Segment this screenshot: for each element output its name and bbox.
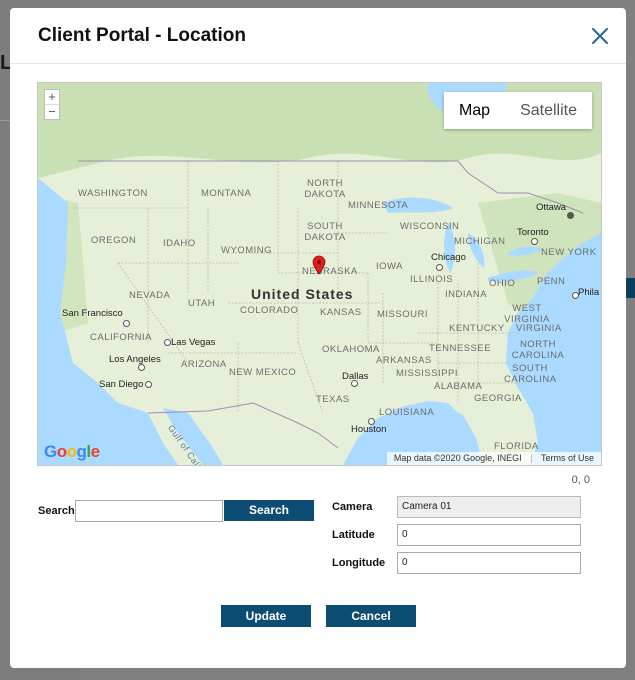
state-label: CALIFORNIA — [90, 332, 153, 343]
state-label: MISSISSIPPI — [396, 368, 458, 379]
state-label: OREGON — [91, 235, 137, 246]
state-label: KANSAS — [320, 307, 362, 318]
cancel-button[interactable]: Cancel — [326, 605, 416, 627]
latitude-field[interactable]: 0 — [397, 524, 581, 546]
city-dot — [138, 364, 145, 371]
map-type-control: Map Satellite — [443, 92, 592, 129]
state-label: COLORADO — [240, 305, 299, 316]
state-label: NEW YORK — [541, 247, 597, 258]
zoom-out-button[interactable]: − — [45, 105, 59, 119]
longitude-field[interactable]: 0 — [397, 552, 581, 574]
city-label: Ottawa — [536, 202, 567, 213]
country-label: United States — [251, 286, 354, 302]
zoom-control: + − — [44, 89, 60, 120]
state-label: IDAHO — [163, 238, 196, 249]
city-label: Las Vegas — [171, 337, 216, 348]
city-label: Los Angeles — [109, 354, 161, 365]
latitude-label: Latitude — [332, 529, 375, 541]
map-view[interactable]: + − Map Satellite WASHINGTON MONTANA NOR… — [37, 82, 602, 466]
state-label: OHIO — [489, 278, 516, 289]
city-label: San Diego — [99, 379, 144, 390]
city-label: Toronto — [517, 227, 549, 238]
location-modal: Client Portal - Location + − Map Satelli… — [10, 8, 626, 668]
state-label: MICHIGAN — [454, 236, 506, 247]
city-dot — [436, 264, 443, 271]
search-label: Search — [38, 505, 75, 517]
state-label: MISSOURI — [377, 309, 428, 320]
background-button-fragment — [626, 278, 635, 298]
city-dot — [164, 339, 171, 346]
state-label: IOWA — [376, 261, 403, 272]
city-dot — [145, 381, 152, 388]
city-label: Phila — [578, 287, 600, 298]
city-dot — [123, 320, 130, 327]
state-label: WASHINGTON — [78, 188, 148, 199]
map-type-satellite-button[interactable]: Satellite — [505, 92, 592, 129]
google-logo: Google — [44, 442, 100, 461]
map-attribution: Map data ©2020 Google, INEGI | Terms of … — [386, 452, 601, 465]
state-label: ARIZONA — [181, 359, 227, 370]
modal-header: Client Portal - Location — [10, 8, 626, 64]
state-label: MONTANA — [201, 188, 252, 199]
state-label: NEW MEXICO — [229, 367, 297, 378]
state-label: MINNESOTA — [348, 200, 409, 211]
state-label: LOUISIANA — [379, 407, 435, 418]
city-label: Chicago — [431, 252, 466, 263]
longitude-label: Longitude — [332, 557, 386, 569]
state-label: WISCONSIN — [400, 221, 460, 232]
state-label: OKLAHOMA — [322, 344, 380, 355]
search-button[interactable]: Search — [224, 500, 314, 521]
zoom-in-button[interactable]: + — [45, 90, 59, 105]
city-label: Houston — [351, 424, 387, 435]
state-label: NORTH CAROLINA — [511, 339, 565, 361]
background-divider — [0, 120, 10, 121]
camera-label: Camera — [332, 501, 373, 513]
close-icon[interactable] — [588, 24, 612, 48]
state-label: VIRGINIA — [516, 323, 562, 334]
state-label: KENTUCKY — [449, 323, 505, 334]
state-label: NORTH DAKOTA — [304, 178, 346, 200]
state-label: PENN — [537, 276, 566, 287]
update-button[interactable]: Update — [221, 605, 311, 627]
state-label: WYOMING — [221, 245, 272, 256]
state-label: GEORGIA — [474, 393, 522, 404]
state-label: ALABAMA — [434, 381, 483, 392]
city-dot — [531, 238, 538, 245]
state-label: SOUTH DAKOTA — [304, 221, 346, 243]
state-label: NEBRASKA — [302, 266, 358, 277]
city-dot — [567, 212, 574, 219]
state-label: FLORIDA — [494, 441, 539, 452]
search-input[interactable] — [75, 500, 223, 522]
coordinates-readout: 0, 0 — [571, 474, 590, 486]
city-label: Dallas — [342, 371, 369, 382]
state-label: ARKANSAS — [376, 355, 432, 366]
state-label: TENNESSEE — [429, 343, 492, 354]
state-label: TEXAS — [316, 394, 350, 405]
attribution-text: Map data ©2020 Google, INEGI — [393, 453, 522, 463]
modal-title: Client Portal - Location — [38, 25, 246, 46]
state-label: SOUTH CAROLINA — [504, 363, 557, 385]
map-type-map-button[interactable]: Map — [444, 92, 505, 129]
state-label: NEVADA — [129, 290, 171, 301]
state-label: UTAH — [188, 298, 216, 309]
state-label: ILLINOIS — [410, 274, 454, 285]
camera-field: Camera 01 — [397, 496, 581, 518]
state-label: WEST VIRGINIA — [504, 303, 550, 325]
terms-link[interactable]: Terms of Use — [538, 453, 597, 463]
state-label: INDIANA — [445, 289, 488, 300]
city-label: San Francisco — [62, 308, 123, 319]
map-pin-icon[interactable] — [312, 255, 326, 275]
